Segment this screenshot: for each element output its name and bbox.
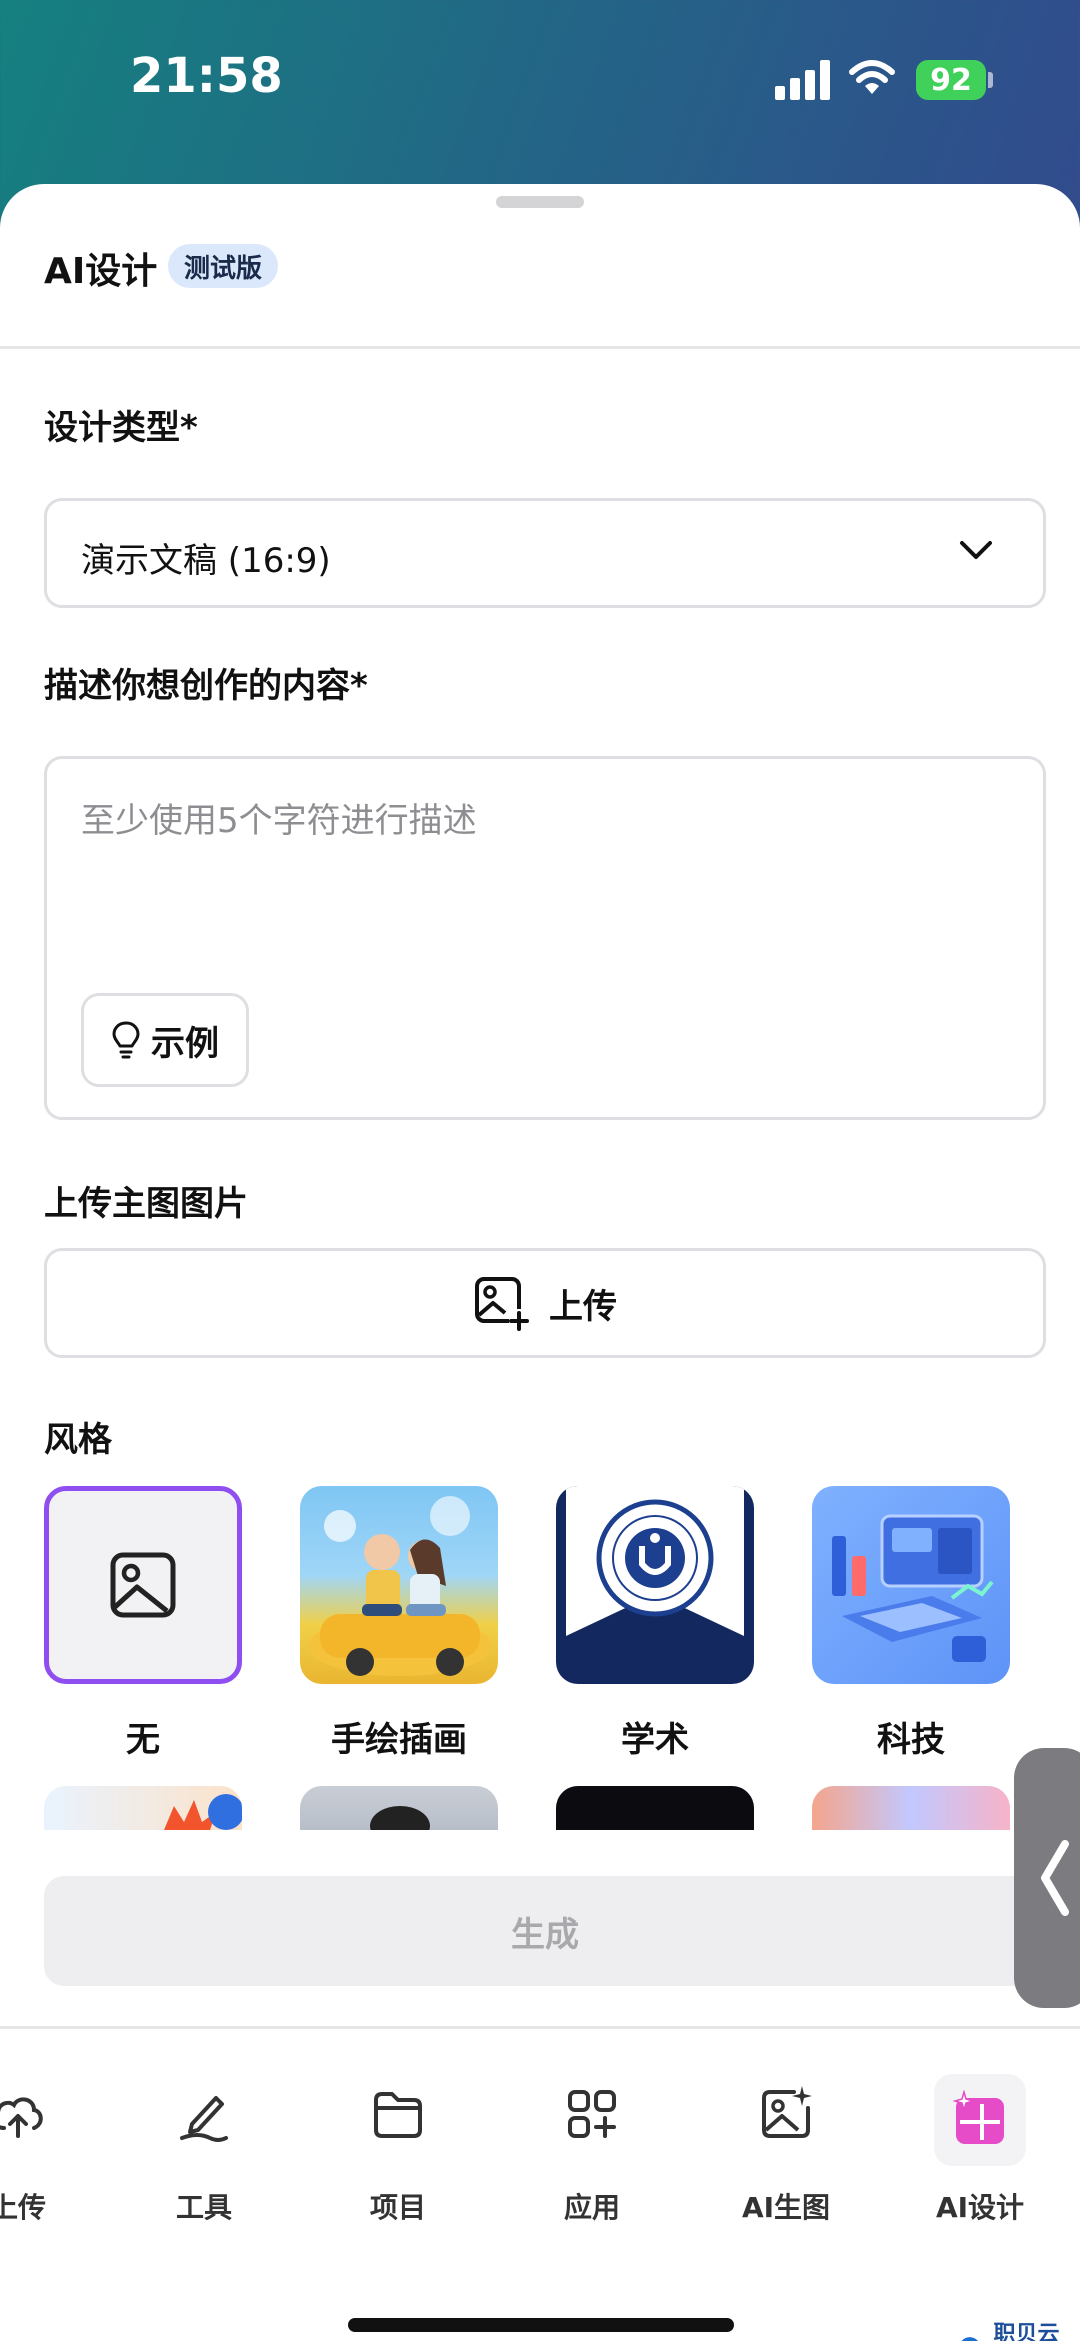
tab-upload-label: 上传 xyxy=(0,2191,46,2224)
tab-tools-label: 工具 xyxy=(175,2191,232,2224)
upload-button[interactable]: 上传 xyxy=(44,1248,1046,1358)
chevron-left-icon xyxy=(1041,1840,1069,1916)
side-panel-handle[interactable] xyxy=(1014,1748,1080,2008)
cloud-upload-icon xyxy=(0,2097,43,2138)
upload-button-label: 上传 xyxy=(549,1286,617,1327)
style-option-row2-2[interactable] xyxy=(300,1786,498,1830)
beta-badge: 测试版 xyxy=(168,244,279,288)
style-option-none[interactable] xyxy=(44,1486,242,1684)
style-label-academic: 学术 xyxy=(621,1720,689,1760)
tab-tools[interactable]: 工具 xyxy=(114,2074,294,2224)
style-label-illustration: 手绘插画 xyxy=(331,1720,467,1760)
style-label-none: 无 xyxy=(126,1720,160,1760)
description-textarea[interactable]: 至少使用5个字符进行描述 示例 xyxy=(44,756,1046,1120)
style-option-row2-1[interactable] xyxy=(44,1786,242,1830)
tab-upload[interactable]: 上传 xyxy=(0,2074,108,2224)
ai-design-icon xyxy=(952,2090,1004,2144)
battery-level: 92 xyxy=(930,62,972,98)
sheet-grabber[interactable] xyxy=(496,196,584,208)
style-thumbnail-partial xyxy=(370,1806,430,1830)
ai-image-icon xyxy=(762,2086,812,2138)
design-type-label: 设计类型* xyxy=(44,408,198,448)
apps-grid-icon xyxy=(568,2090,616,2138)
page-title: AI设计 xyxy=(44,251,158,292)
tab-projects[interactable]: 项目 xyxy=(308,2074,488,2224)
design-type-select[interactable]: 演示文稿 (16:9) xyxy=(44,498,1046,608)
tab-ai-design[interactable]: AI设计 xyxy=(890,2074,1070,2224)
style-option-academic[interactable] xyxy=(556,1486,754,1684)
header-divider xyxy=(0,346,1080,349)
chevron-down-icon xyxy=(960,541,992,559)
style-label: 风格 xyxy=(44,1420,112,1460)
tab-projects-label: 项目 xyxy=(369,2191,426,2224)
image-placeholder-icon xyxy=(110,1552,176,1618)
design-type-value: 演示文稿 (16:9) xyxy=(81,541,331,581)
tab-ai-design-label: AI设计 xyxy=(935,2191,1025,2224)
lightbulb-icon xyxy=(112,1021,140,1059)
tab-apps-label: 应用 xyxy=(563,2191,620,2224)
academic-thumbnail xyxy=(566,1486,744,1636)
example-label: 示例 xyxy=(151,1023,219,1064)
battery-indicator: 92 xyxy=(916,60,986,100)
illustration-thumbnail xyxy=(308,1496,492,1676)
image-add-icon xyxy=(475,1277,529,1331)
style-thumbnail-partial xyxy=(164,1794,242,1830)
example-button[interactable]: 示例 xyxy=(81,993,249,1087)
pen-tool-icon xyxy=(180,2096,228,2142)
description-placeholder: 至少使用5个字符进行描述 xyxy=(81,801,477,841)
globe-logo-icon xyxy=(961,2337,979,2341)
style-option-tech[interactable] xyxy=(812,1486,1010,1684)
watermark: 职贝云数 xyxy=(956,2316,1080,2341)
upload-label: 上传主图图片 xyxy=(44,1184,248,1224)
style-option-row2-4[interactable] xyxy=(812,1786,1010,1830)
status-bar: 21:58 92 xyxy=(0,0,1080,180)
style-option-illustration[interactable] xyxy=(300,1486,498,1684)
tech-thumbnail xyxy=(832,1514,994,1662)
style-label-tech: 科技 xyxy=(877,1720,945,1760)
ai-design-sheet: AI设计 测试版 设计类型* 演示文稿 (16:9) 描述你想创作的内容* 至少… xyxy=(0,184,1080,2341)
style-option-row2-3[interactable] xyxy=(556,1786,754,1830)
cellular-signal-icon xyxy=(775,60,831,100)
generate-button[interactable]: 生成 xyxy=(44,1876,1046,1986)
tabbar-divider xyxy=(0,2026,1080,2029)
battery-cap xyxy=(988,72,993,88)
watermark-text: 职贝云数 xyxy=(993,2322,1060,2341)
description-label: 描述你想创作的内容* xyxy=(44,666,368,706)
tab-apps[interactable]: 应用 xyxy=(502,2074,682,2224)
home-indicator[interactable] xyxy=(348,2318,734,2332)
status-time: 21:58 xyxy=(130,48,283,104)
tab-ai-image[interactable]: AI生图 xyxy=(696,2074,876,2224)
folder-icon xyxy=(374,2092,422,2138)
tab-ai-image-label: AI生图 xyxy=(741,2191,831,2224)
wifi-icon xyxy=(849,60,895,94)
